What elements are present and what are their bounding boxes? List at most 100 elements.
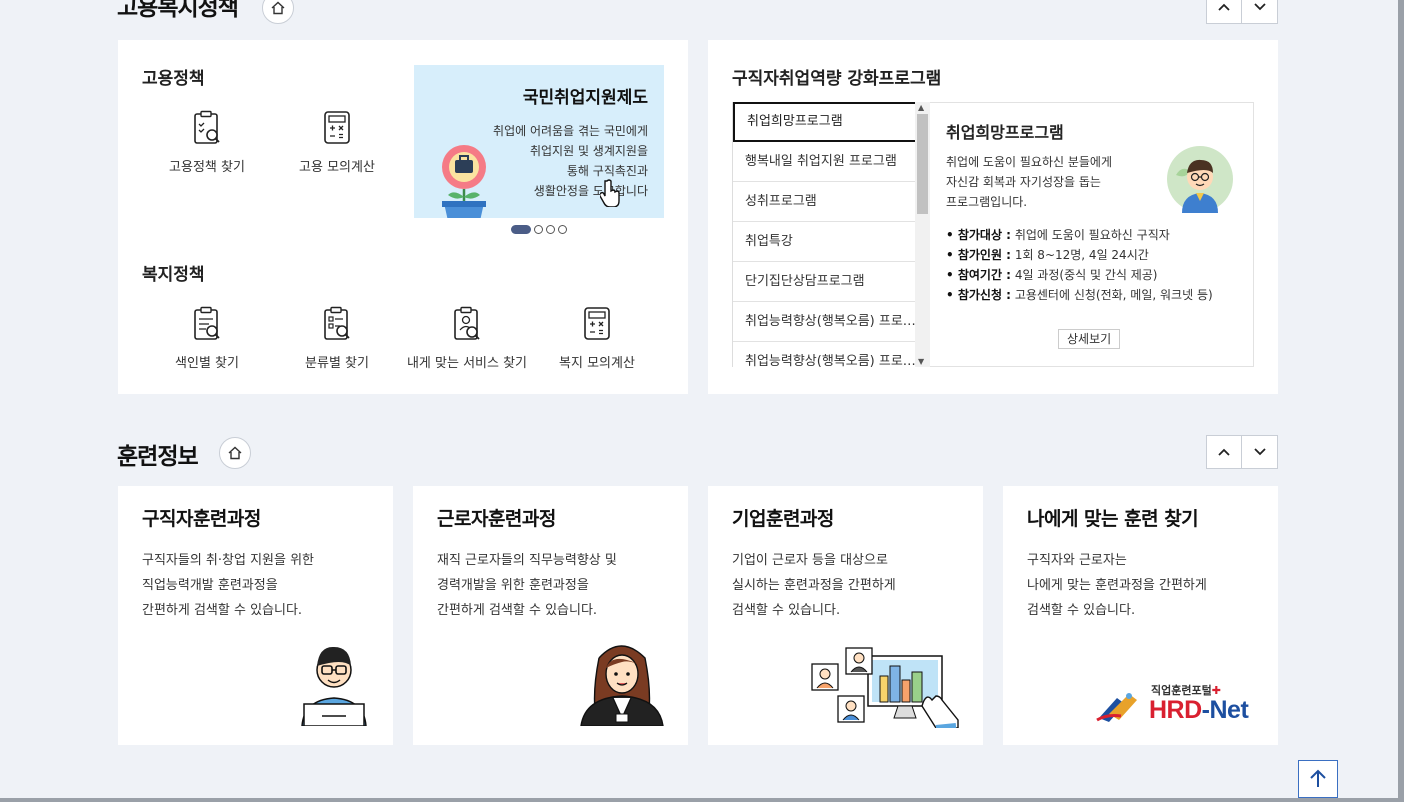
detail-desc-line: 프로그램입니다. — [946, 195, 1028, 209]
scroll-down-arrow-icon[interactable]: ▼ — [918, 357, 924, 366]
training-card-description: 재직 근로자들의 직무능력향상 및 경력개발을 위한 훈련과정을 간편하게 검색… — [437, 548, 617, 623]
training-card-description: 구직자들의 취·창업 지원을 위한 직업능력개발 훈련과정을 간편하게 검색할 … — [142, 548, 314, 623]
program-detail-more-button[interactable]: 상세보기 — [1058, 329, 1121, 349]
scroll-to-top-button[interactable] — [1298, 760, 1338, 798]
jobseeker-laptop-illustration — [301, 646, 367, 726]
desc-line: 기업이 근로자 등을 대상으로 — [732, 553, 888, 568]
program-item[interactable]: 취업희망프로그램 — [733, 102, 930, 142]
detail-desc-line: 자신감 회복과 자기성장을 돕는 — [946, 175, 1101, 189]
desc-line: 간편하게 검색할 수 있습니다. — [437, 603, 598, 618]
program-detail: 취업희망프로그램 취업에 도움이 필요하신 분들에게 자신감 회복과 자기성장을… — [930, 102, 1254, 367]
welfare-category-search[interactable]: 분류별 찾기 — [272, 306, 402, 371]
welfare-category-search-label: 분류별 찾기 — [305, 356, 369, 371]
hand-cursor-icon — [600, 179, 620, 207]
info-value: 고용센터에 신청(전화, 메일, 워크넷 등) — [1011, 288, 1213, 302]
welfare-index-search[interactable]: 색인별 찾기 — [142, 306, 272, 371]
program-card-title: 구직자취업역량 강화프로그램 — [732, 69, 942, 89]
window-frame-right — [1398, 0, 1404, 802]
desc-line: 경력개발을 위한 훈련과정을 — [437, 578, 589, 593]
clipboard-category-icon — [324, 306, 350, 340]
program-detail-title: 취업희망프로그램 — [946, 123, 1064, 142]
clipboard-list-icon — [194, 306, 220, 340]
enterprise-monitor-illustration — [811, 647, 959, 728]
home-icon — [228, 446, 242, 460]
desc-line: 검색할 수 있습니다. — [1027, 603, 1136, 618]
employment-banner[interactable]: 국민취업지원제도 취업에 어려움을 겪는 국민에게 취업지원 및 생계지원을 통… — [414, 65, 664, 218]
desc-line: 구직자들의 취·창업 지원을 위한 — [142, 553, 315, 568]
employment-policy-search[interactable]: 고용정책 찾기 — [142, 110, 272, 175]
info-row: • 참가대상 : 취업에 도움이 필요하신 구직자 — [946, 225, 1213, 245]
hrd-net-logo-main: HRD — [1149, 696, 1202, 724]
section-title-training: 훈련정보 — [117, 444, 199, 470]
calculator-icon — [584, 307, 610, 340]
employment-calculator[interactable]: 고용 모의계산 — [272, 110, 402, 175]
program-list-scrollbar[interactable]: ▲ ▼ — [915, 102, 930, 367]
training-card-find[interactable]: 나에게 맞는 훈련 찾기 구직자와 근로자는 나에게 맞는 훈련과정을 간편하게… — [1003, 486, 1278, 745]
banner-pagination — [511, 225, 567, 234]
program-item[interactable]: 성취프로그램 — [733, 182, 930, 222]
person-search-icon — [454, 306, 480, 340]
desc-line: 검색할 수 있습니다. — [732, 603, 841, 618]
training-next-button[interactable] — [1242, 435, 1278, 469]
training-card-title: 근로자훈련과정 — [437, 508, 556, 530]
welfare-home-button[interactable] — [262, 0, 294, 24]
desc-line: 간편하게 검색할 수 있습니다. — [142, 603, 303, 618]
training-home-button[interactable] — [219, 437, 251, 469]
program-card: 구직자취업역량 강화프로그램 취업희망프로그램 행복내일 취업지원 프로그램 성… — [708, 40, 1278, 394]
calculator-icon — [324, 111, 350, 144]
training-nav-buttons — [1206, 435, 1278, 469]
welfare-nav-buttons — [1206, 0, 1278, 24]
chevron-down-icon — [1253, 3, 1266, 11]
info-label: • 참가인원 : — [946, 248, 1011, 262]
welfare-calculator-label: 복지 모의계산 — [559, 356, 635, 371]
policy-card: 고용정책 고용정책 찾기 고용 모의계산 국민취업지원제도 취업에 어려움을 겪… — [118, 40, 688, 394]
banner-dot-2[interactable] — [534, 225, 543, 234]
desc-line: 구직자와 근로자는 — [1027, 553, 1127, 568]
banner-title: 국민취업지원제도 — [522, 88, 648, 108]
program-item[interactable]: 취업능력향상(행복오름) 프로그램 — [733, 302, 930, 342]
scroll-up-arrow-icon[interactable]: ▲ — [918, 103, 924, 112]
banner-dot-1[interactable] — [511, 225, 531, 234]
welfare-calculator[interactable]: 복지 모의계산 — [532, 306, 662, 371]
program-detail-description: 취업에 도움이 필요하신 분들에게 자신감 회복과 자기성장을 돕는 프로그램입… — [946, 152, 1166, 212]
program-item[interactable]: 단기집단상담프로그램 — [733, 262, 930, 302]
clipboard-search-icon — [194, 110, 220, 144]
desc-line: 나에게 맞는 훈련과정을 간편하게 — [1027, 578, 1207, 593]
welfare-custom-search[interactable]: 내게 맞는 서비스 찾기 — [402, 306, 532, 371]
training-prev-button[interactable] — [1206, 435, 1242, 469]
info-value: 취업에 도움이 필요하신 구직자 — [1011, 228, 1170, 242]
banner-dot-4[interactable] — [558, 225, 567, 234]
home-icon — [271, 1, 285, 15]
chevron-up-icon — [1218, 3, 1230, 11]
employment-policy-search-label: 고용정책 찾기 — [169, 160, 245, 175]
training-card-title: 기업훈련과정 — [732, 508, 834, 530]
hrd-net-logo-suffix: -Net — [1201, 696, 1249, 724]
banner-dot-3[interactable] — [546, 225, 555, 234]
welfare-prev-button[interactable] — [1206, 0, 1242, 24]
scrollbar-thumb[interactable] — [917, 114, 928, 214]
training-card-title: 구직자훈련과정 — [142, 508, 261, 530]
training-card-worker[interactable]: 근로자훈련과정 재직 근로자들의 직무능력향상 및 경력개발을 위한 훈련과정을… — [413, 486, 688, 745]
banner-line: 생활안정을 도모합니다 — [533, 184, 648, 198]
desc-line: 실시하는 훈련과정을 간편하게 — [732, 578, 896, 593]
program-item[interactable]: 행복내일 취업지원 프로그램 — [733, 142, 930, 182]
employment-policy-title: 고용정책 — [142, 69, 205, 89]
welfare-next-button[interactable] — [1242, 0, 1278, 24]
info-row: • 참가인원 : 1회 8~12명, 4일 24시간 — [946, 245, 1213, 265]
welfare-index-search-label: 색인별 찾기 — [175, 356, 239, 371]
chevron-down-icon — [1253, 448, 1266, 456]
training-card-jobseeker[interactable]: 구직자훈련과정 구직자들의 취·창업 지원을 위한 직업능력개발 훈련과정을 간… — [118, 486, 393, 745]
program-item[interactable]: 취업특강 — [733, 222, 930, 262]
desc-line: 재직 근로자들의 직무능력향상 및 — [437, 553, 617, 568]
info-row: • 참여기간 : 4일 과정(중식 및 간식 제공) — [946, 265, 1213, 285]
counselor-avatar-illustration — [1167, 146, 1233, 213]
training-card-enterprise[interactable]: 기업훈련과정 기업이 근로자 등을 대상으로 실시하는 훈련과정을 간편하게 검… — [708, 486, 983, 745]
flower-briefcase-illustration — [442, 145, 486, 218]
welfare-policy-title: 복지정책 — [142, 265, 205, 285]
info-row: • 참가신청 : 고용센터에 신청(전화, 메일, 워크넷 등) — [946, 285, 1213, 305]
hrd-net-logo[interactable]: 직업훈련포털✚ HRD-Net — [1095, 682, 1255, 728]
training-card-description: 구직자와 근로자는 나에게 맞는 훈련과정을 간편하게 검색할 수 있습니다. — [1027, 548, 1207, 623]
worker-woman-illustration — [580, 645, 664, 726]
program-item[interactable]: 취업능력향상(행복오름) 프로그램 — [733, 342, 930, 367]
info-label: • 참가신청 : — [946, 288, 1011, 302]
